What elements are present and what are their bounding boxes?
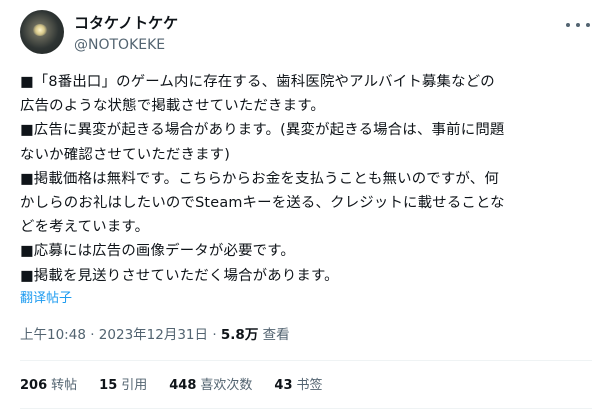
translate-post-link[interactable]: 翻译帖子 xyxy=(20,290,72,308)
divider xyxy=(20,360,592,361)
meta-separator: · xyxy=(90,327,95,343)
tweet-line: どを考えています。 xyxy=(20,219,150,236)
stat-reposts[interactable]: 206 转帖 xyxy=(20,377,77,395)
display-name[interactable]: コタケノトケケ xyxy=(74,13,178,33)
tweet-date[interactable]: 2023年12月31日 xyxy=(99,327,208,343)
stat-likes[interactable]: 448 喜欢次数 xyxy=(169,377,252,395)
views-count: 5.8万 xyxy=(220,327,259,343)
meta-separator: · xyxy=(212,327,217,343)
tweet-line: ■応募には広告の画像データが必要です。 xyxy=(20,243,295,260)
tweet-line: かしらのお礼はしたいのでSteamキーを送る、クレジットに載せることな xyxy=(20,195,505,212)
divider xyxy=(20,408,592,409)
tweet-line: ■掲載価格は無料です。こちらからお金を支払うことも無いのですが、何 xyxy=(20,170,499,187)
stat-count: 448 xyxy=(169,378,197,393)
stat-count: 43 xyxy=(274,378,293,393)
tweet-line: 広告のような状態で掲載させていただきます。 xyxy=(20,98,325,115)
avatar[interactable] xyxy=(20,10,64,54)
stat-count: 15 xyxy=(99,378,118,393)
tweet-line: ■広告に異変が起きる場合があります。(異変が起きる場合は、事前に問題 xyxy=(20,122,505,139)
tweet-time[interactable]: 上午10:48 xyxy=(20,327,86,343)
stat-quotes[interactable]: 15 引用 xyxy=(99,377,147,395)
tweet-line: ■掲載を見送りさせていただく場合があります。 xyxy=(20,267,339,284)
stat-label: 引用 xyxy=(121,378,148,393)
author-block: コタケノトケケ @NOTOKEKE xyxy=(74,13,178,55)
stat-label: 转帖 xyxy=(51,378,78,393)
avatar-light xyxy=(33,24,47,36)
handle[interactable]: @NOTOKEKE xyxy=(74,35,178,55)
stat-label: 书签 xyxy=(296,378,323,393)
more-horizontal-icon[interactable] xyxy=(566,16,590,34)
stat-count: 206 xyxy=(20,378,48,393)
tweet-line: ■「8番出口」のゲーム内に存在する、歯科医院やアルバイト募集などの xyxy=(20,74,495,90)
tweet-line: ないか確認させていただきます) xyxy=(20,146,231,163)
tweet-stats: 206 转帖 15 引用 448 喜欢次数 43 书签 xyxy=(20,377,345,395)
tweet: コタケノトケケ @NOTOKEKE ■「8番出口」のゲーム内に存在する、歯科医院… xyxy=(0,0,610,414)
tweet-text: ■「8番出口」のゲーム内に存在する、歯科医院やアルバイト募集などの 広告のような… xyxy=(20,70,592,288)
stat-label: 喜欢次数 xyxy=(200,378,253,393)
tweet-meta: 上午10:48 · 2023年12月31日 · 5.8万 查看 xyxy=(20,326,290,344)
views-label: 查看 xyxy=(262,327,290,343)
stat-bookmarks[interactable]: 43 书签 xyxy=(274,377,322,395)
